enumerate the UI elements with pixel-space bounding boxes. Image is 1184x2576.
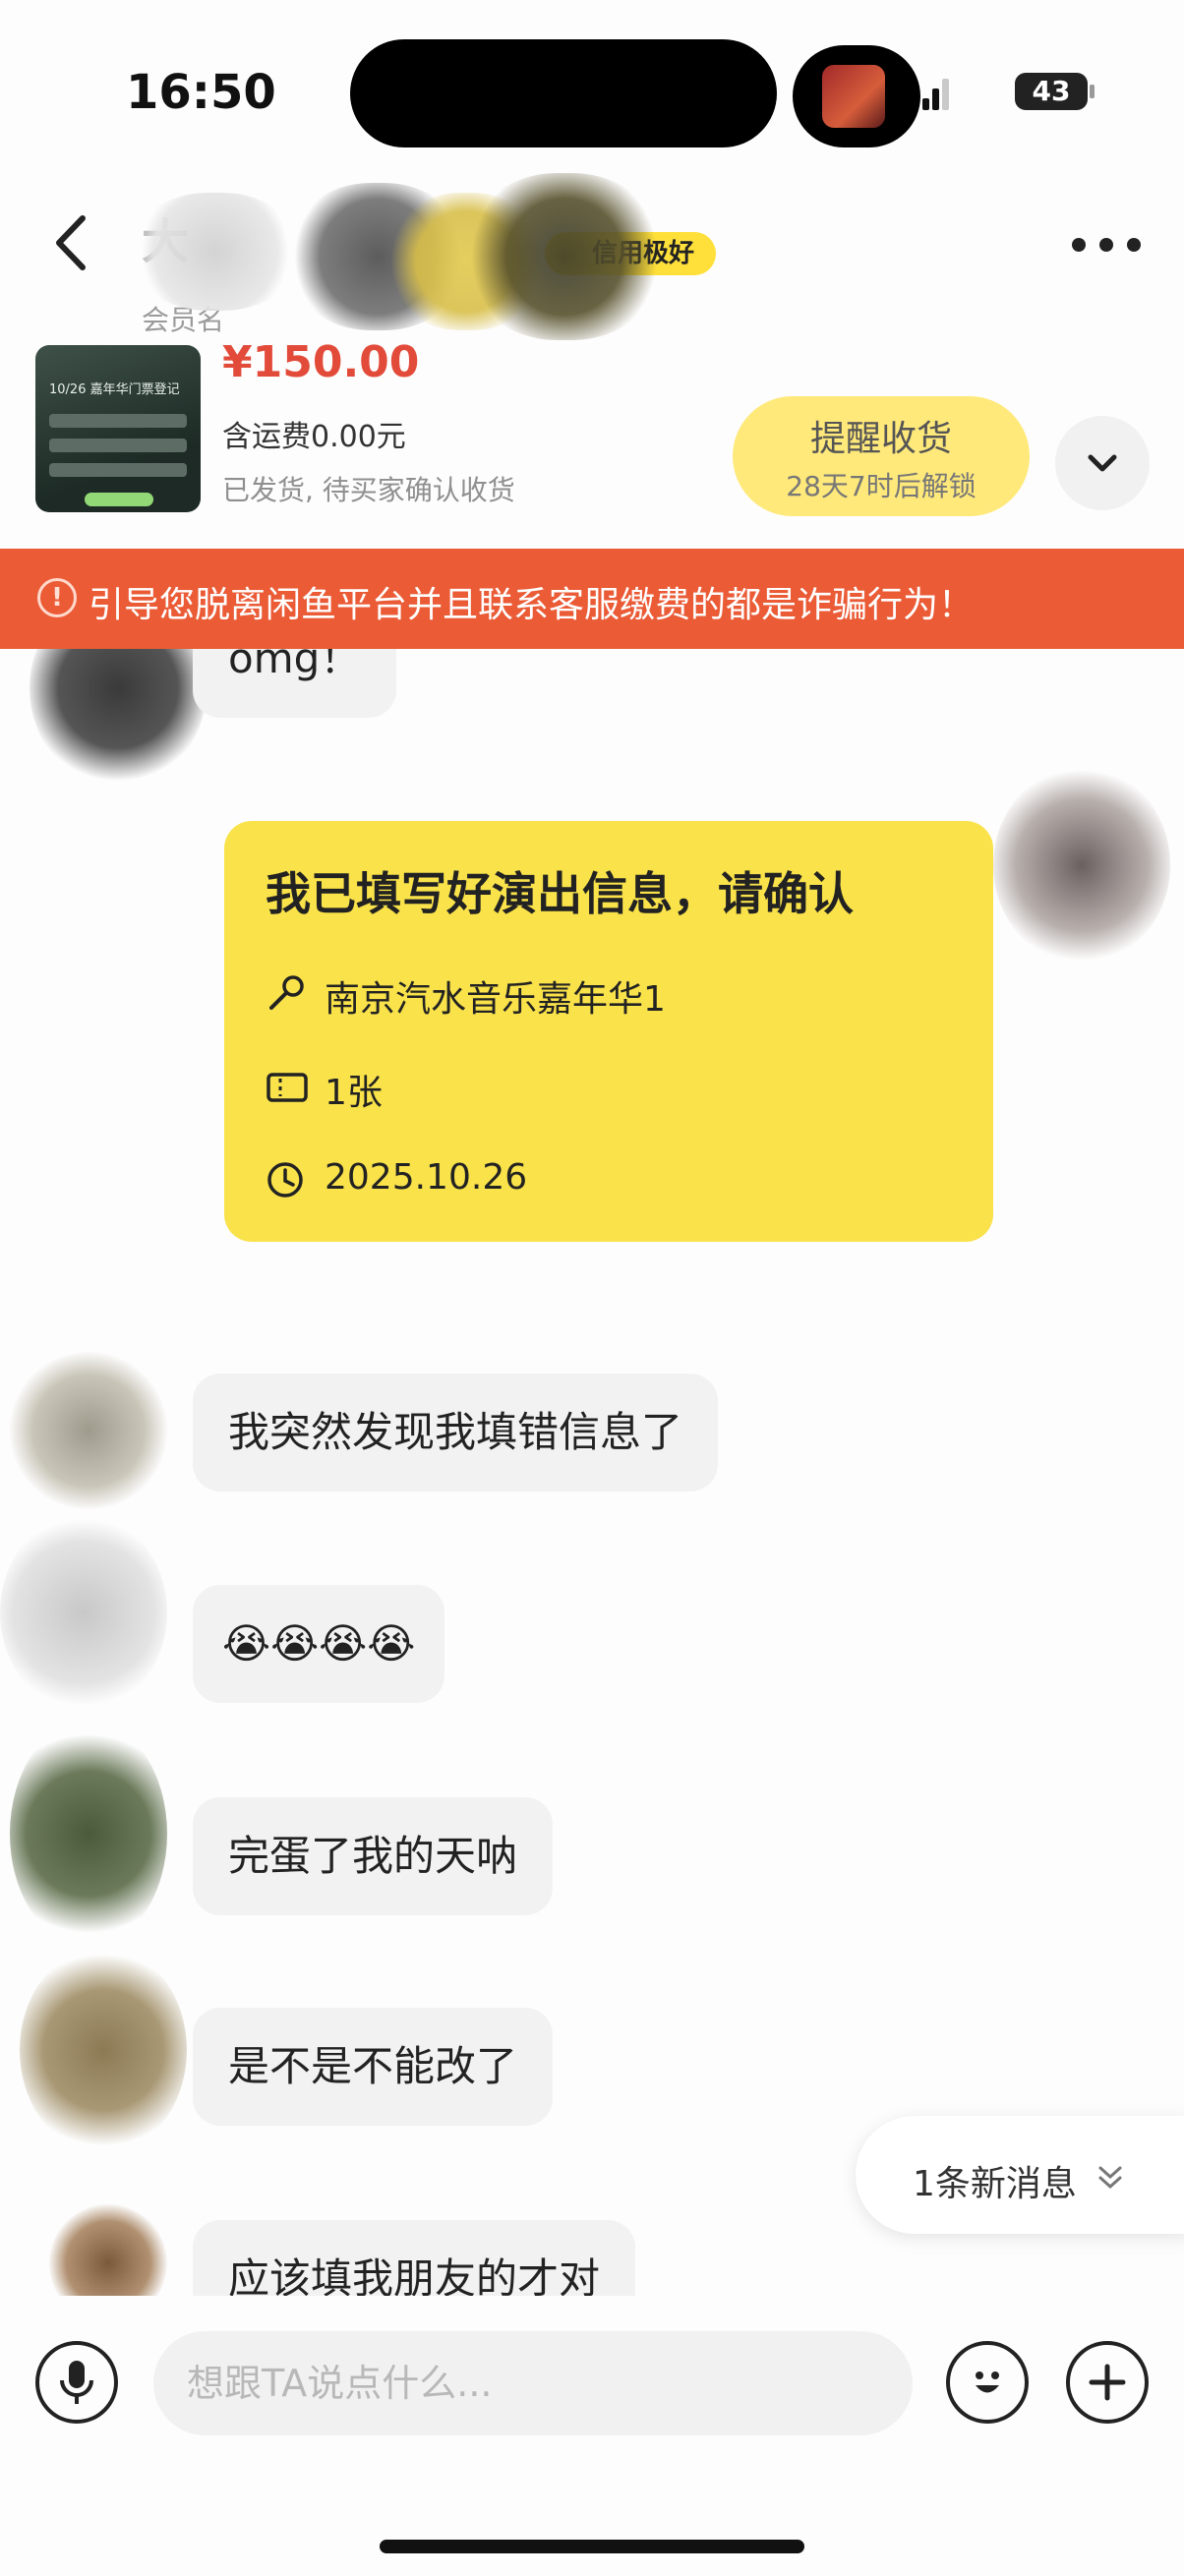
card-title: 我已填写好演出信息，请确认 bbox=[266, 867, 854, 920]
message-bubble-incoming[interactable]: 是不是不能改了 bbox=[193, 2008, 554, 2126]
peer-avatar[interactable] bbox=[30, 649, 207, 787]
redaction-scribble bbox=[466, 173, 663, 340]
remind-receipt-label: 提醒收货 bbox=[809, 419, 952, 459]
message-text: 我突然发现我填错信息了 bbox=[228, 1408, 683, 1456]
order-status: 已发货, 待买家确认收货 bbox=[222, 474, 515, 506]
plus-icon bbox=[1089, 2364, 1126, 2401]
new-messages-button[interactable]: 1条新消息 bbox=[856, 2116, 1184, 2234]
chat-messages[interactable]: omg！ 我已填写好演出信息，请确认 南京汽水音乐嘉年华1 1张 2025.10… bbox=[0, 649, 1184, 2296]
live-activity[interactable] bbox=[793, 45, 920, 147]
message-bubble-incoming[interactable]: 应该填我朋友的才对 bbox=[193, 2220, 636, 2296]
message-text: 是不是不能改了 bbox=[228, 2042, 518, 2090]
microphone-icon bbox=[269, 975, 304, 1010]
battery-icon: 43 bbox=[1015, 73, 1088, 110]
emoji-button[interactable] bbox=[946, 2341, 1029, 2424]
shipping-fee: 含运费0.00元 bbox=[222, 420, 406, 454]
more-options-button[interactable] bbox=[1072, 238, 1141, 258]
chat-header: 大 会员名 信用极好 bbox=[0, 167, 1184, 340]
message-text: 完蛋了我的天呐 bbox=[228, 1832, 518, 1880]
warning-icon: ! bbox=[37, 578, 77, 617]
new-messages-label: 1条新消息 bbox=[913, 2164, 1077, 2204]
message-text: omg！ bbox=[228, 649, 362, 682]
message-text: 应该填我朋友的才对 bbox=[228, 2254, 601, 2296]
dynamic-island bbox=[350, 39, 777, 147]
message-input-bar bbox=[0, 2296, 1184, 2576]
more-actions-button[interactable] bbox=[1066, 2341, 1149, 2424]
microphone-icon bbox=[60, 2361, 93, 2404]
message-input[interactable] bbox=[153, 2331, 913, 2435]
double-chevron-down-icon bbox=[1098, 2166, 1122, 2190]
order-price: ¥150.00 bbox=[222, 337, 420, 387]
remind-receipt-countdown: 28天7时后解锁 bbox=[786, 470, 977, 502]
ticket-count: 1张 bbox=[325, 1073, 383, 1113]
redaction-scribble bbox=[132, 193, 299, 311]
peer-avatar[interactable] bbox=[0, 1514, 167, 1711]
chevron-left-icon bbox=[56, 215, 86, 270]
message-bubble-incoming[interactable]: 😭😭😭😭 bbox=[193, 1585, 445, 1703]
event-name: 南京汽水音乐嘉年华1 bbox=[325, 979, 666, 1020]
peer-avatar[interactable] bbox=[20, 1947, 187, 2153]
voice-input-button[interactable] bbox=[35, 2341, 118, 2424]
order-card: 10/26 嘉年华门票登记 ¥150.00 含运费0.00元 已发货, 待买家确… bbox=[0, 329, 1184, 526]
performance-info-card[interactable]: 我已填写好演出信息，请确认 南京汽水音乐嘉年华1 1张 2025.10.26 bbox=[224, 821, 993, 1242]
item-thumbnail[interactable]: 10/26 嘉年华门票登记 bbox=[35, 345, 201, 512]
battery-tip bbox=[1090, 85, 1095, 98]
expand-order-button[interactable] bbox=[1055, 416, 1150, 510]
peer-avatar[interactable] bbox=[10, 1352, 167, 1509]
chevron-down-icon bbox=[1088, 454, 1117, 472]
fraud-warning-text: 引导您脱离闲鱼平台并且联系客服缴费的都是诈骗行为！ bbox=[89, 585, 975, 625]
my-avatar[interactable] bbox=[993, 767, 1170, 964]
message-bubble-incoming[interactable]: 完蛋了我的天呐 bbox=[193, 1797, 554, 1915]
clock-icon bbox=[267, 1162, 303, 1198]
item-thumbnail-title: 10/26 嘉年华门票登记 bbox=[49, 382, 180, 397]
message-text: 😭😭😭😭 bbox=[222, 1619, 416, 1668]
remind-receipt-button[interactable]: 提醒收货 28天7时后解锁 bbox=[733, 396, 1030, 516]
peer-info[interactable]: 大 会员名 信用极好 bbox=[132, 173, 717, 340]
event-date: 2025.10.26 bbox=[325, 1157, 528, 1198]
home-indicator[interactable] bbox=[380, 2540, 804, 2553]
message-bubble-incoming[interactable]: 我突然发现我填错信息了 bbox=[193, 1374, 719, 1492]
signal-icon bbox=[922, 73, 952, 110]
status-time: 16:50 bbox=[126, 65, 276, 120]
fraud-warning-banner: ! 引导您脱离闲鱼平台并且联系客服缴费的都是诈骗行为！ bbox=[0, 549, 1184, 649]
peer-avatar[interactable] bbox=[49, 2204, 167, 2296]
smiley-icon bbox=[976, 2371, 999, 2393]
peer-avatar[interactable] bbox=[10, 1721, 167, 1947]
back-button[interactable] bbox=[47, 208, 96, 277]
battery-level: 43 bbox=[1032, 75, 1071, 107]
status-bar: 16:50 43 bbox=[0, 0, 1184, 167]
message-bubble-incoming[interactable]: omg！ bbox=[193, 649, 397, 718]
ticket-icon bbox=[266, 1073, 308, 1102]
live-activity-thumbnail bbox=[822, 65, 885, 128]
